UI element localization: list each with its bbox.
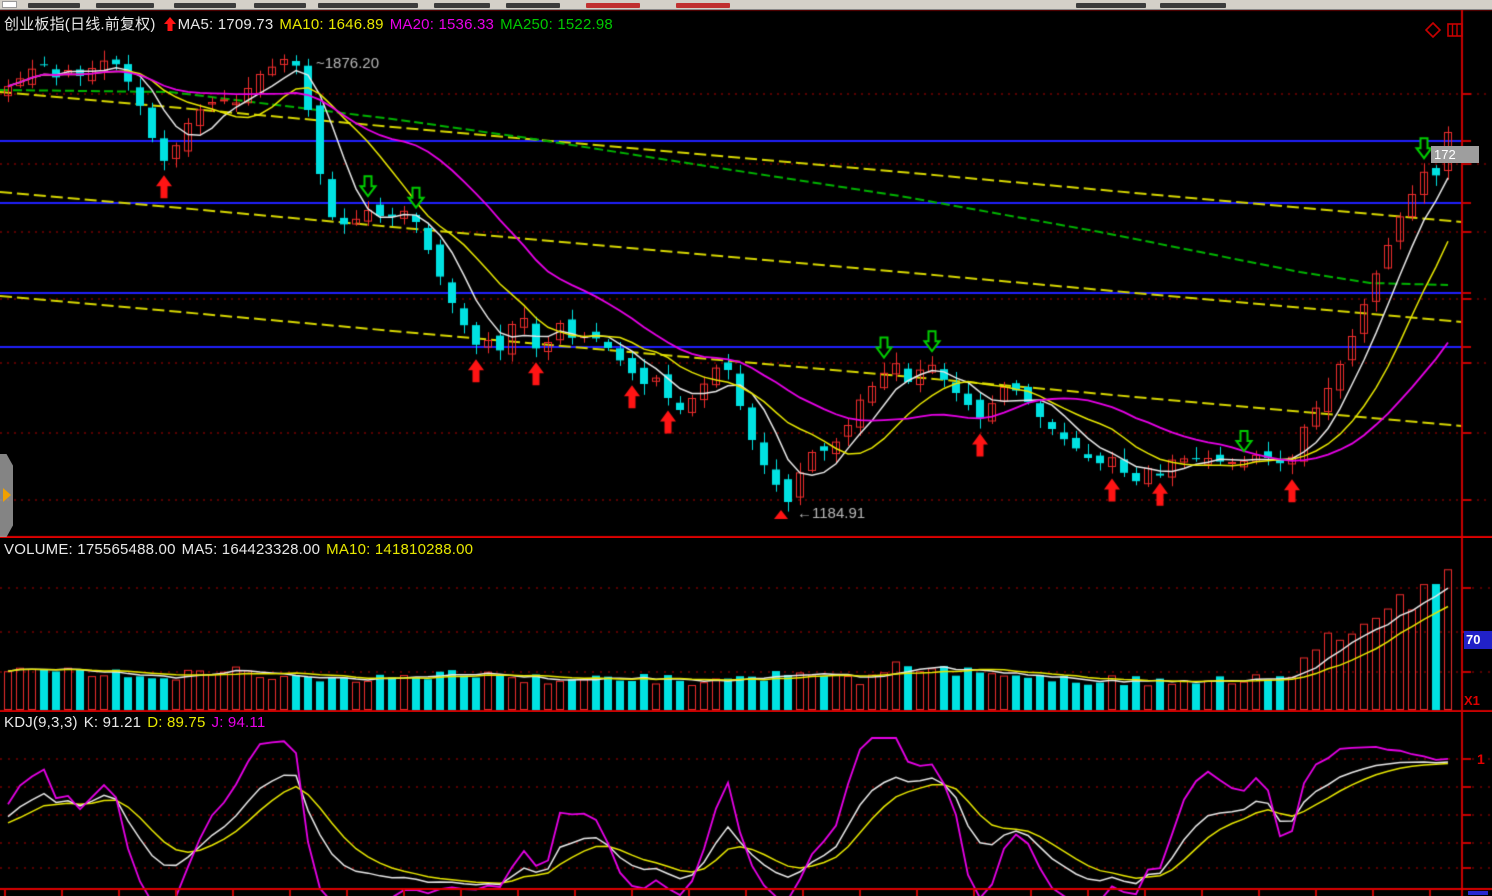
kdj-axis-label: 1 — [1477, 751, 1485, 767]
menu-item-clipped-9[interactable] — [1076, 3, 1146, 8]
ma-indicator-0: MA5: 1709.73 — [178, 16, 274, 33]
volume-indicator-1: MA5: 164423328.00 — [182, 541, 321, 558]
chart-corner-controls — [1425, 22, 1465, 43]
ma-indicator-3: MA250: 1522.98 — [500, 16, 613, 33]
last-price-tag: 172 — [1431, 146, 1479, 163]
sidebar-flyout-handle[interactable] — [0, 454, 13, 537]
volume-unit-label: X1 — [1464, 693, 1480, 708]
kdj-header: KDJ(9,3,3) K: 91.21 D: 89.75 J: 94.11 — [4, 714, 277, 731]
chart-title: 创业板指(日线.前复权) — [4, 16, 156, 33]
grid-window-icon[interactable] — [1448, 24, 1462, 36]
kdj-indicator-3: J: 94.11 — [212, 714, 266, 731]
kdj-indicator-0: KDJ(9,3,3) — [4, 714, 78, 731]
menu-item-clipped-1[interactable] — [96, 3, 154, 8]
volume-header: VOLUME: 175565488.00 MA5: 164423328.00 MA1… — [4, 541, 485, 558]
kdj-indicator-2: D: 89.75 — [147, 714, 205, 731]
kdj-indicator-1: K: 91.21 — [84, 714, 141, 731]
volume-indicator-0: VOLUME: 175565488.00 — [4, 541, 176, 558]
main-chart-header: 创业板指(日线.前复权) MA5: 1709.73 MA10: 1646.89 MA2… — [4, 13, 625, 34]
menu-item-clipped-6[interactable] — [506, 3, 560, 8]
menu-item-clipped-4[interactable] — [318, 3, 418, 8]
menu-item-clipped-2[interactable] — [174, 3, 236, 8]
kdj-chart[interactable] — [0, 712, 1492, 896]
volume-chart[interactable] — [0, 538, 1492, 712]
diamond-icon[interactable] — [1426, 23, 1440, 37]
menu-item-clipped-5[interactable] — [434, 3, 490, 8]
menu-bar — [0, 0, 1492, 10]
app-icon[interactable] — [2, 1, 17, 8]
volume-axis-tag: 70 — [1464, 631, 1492, 649]
expand-arrow-icon — [3, 488, 11, 502]
up-arrow-icon — [164, 17, 176, 31]
menu-item-clipped-8[interactable] — [676, 3, 730, 8]
ma-indicator-2: MA20: 1536.33 — [390, 16, 494, 33]
ma-indicator-1: MA10: 1646.89 — [279, 16, 383, 33]
menu-item-clipped-10[interactable] — [1160, 3, 1226, 8]
menu-item-clipped-3[interactable] — [254, 3, 306, 8]
menu-item-clipped-7[interactable] — [586, 3, 640, 8]
trading-app-window: 创业板指(日线.前复权) MA5: 1709.73 MA10: 1646.89 MA2… — [0, 0, 1492, 896]
volume-indicator-2: MA10: 141810288.00 — [326, 541, 473, 558]
main-kline-chart[interactable] — [0, 10, 1492, 538]
scrollbar-thumb[interactable] — [1468, 891, 1488, 895]
menu-item-clipped-0[interactable] — [28, 3, 80, 8]
